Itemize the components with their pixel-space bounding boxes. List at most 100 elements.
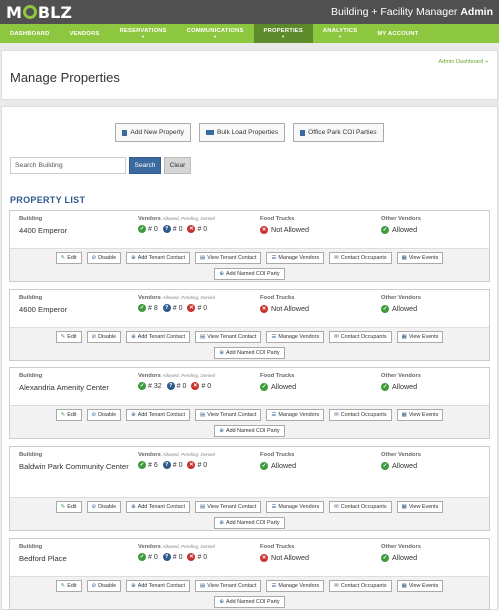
view-events-button[interactable]: ▦ View Events <box>396 252 444 264</box>
vendor-denied-count[interactable]: ✕ # 0 <box>187 553 207 561</box>
vendor-pending-count[interactable]: ? # 0 <box>162 225 182 233</box>
disable-button[interactable]: ⊘ Disable <box>86 501 122 513</box>
other-vendors-value: Allowed <box>392 461 418 470</box>
contact-occupants-button[interactable]: ✉ Contact Occupants <box>329 409 392 421</box>
action-row-secondary: ⊕ Add Named COI Party <box>10 347 489 359</box>
vendor-pending-count[interactable]: ? # 0 <box>162 304 182 312</box>
vendor-allowed-count[interactable]: ✓ # 6 <box>138 461 158 469</box>
add-named-coi-party-button[interactable]: ⊕ Add Named COI Party <box>214 425 285 437</box>
check-circle-icon: ✓ <box>381 461 389 470</box>
disable-button[interactable]: ⊘ Disable <box>86 409 122 421</box>
add-tenant-contact-button[interactable]: ⊕ Add Tenant Contact <box>126 409 190 421</box>
vendor-denied-count[interactable]: ✕ # 0 <box>187 225 207 233</box>
add-named-coi-party-label: Add Named COI Party <box>225 520 280 526</box>
view-tenant-contact-button[interactable]: ▤ View Tenant Contact <box>194 409 262 421</box>
view-tenant-contact-button[interactable]: ▤ View Tenant Contact <box>194 580 262 592</box>
manage-vendors-button[interactable]: ☰ Manage Vendors <box>266 580 325 592</box>
vendor-allowed-count[interactable]: ✓ # 0 <box>138 553 158 561</box>
vendor-denied-count[interactable]: ✕ # 0 <box>187 461 207 469</box>
view-tenant-contact-button[interactable]: ▤ View Tenant Contact <box>194 252 262 264</box>
nav-vendors[interactable]: VENDORS <box>59 24 109 43</box>
edit-button[interactable]: ✎ Edit <box>55 409 82 421</box>
add-named-coi-party-label: Add Named COI Party <box>225 599 280 605</box>
nav-dashboard[interactable]: DASHBOARD <box>0 24 59 43</box>
manage-vendors-button-label: Manage Vendors <box>278 412 320 418</box>
question-circle-icon: ? <box>162 461 171 469</box>
nav-my-account[interactable]: MY ACCOUNT <box>367 24 428 43</box>
add-tenant-contact-button[interactable]: ⊕ Add Tenant Contact <box>126 252 190 264</box>
view-events-button[interactable]: ▦ View Events <box>396 331 444 343</box>
nav-reservations[interactable]: RESERVATIONS ▼ <box>110 24 177 43</box>
search-input[interactable]: Search Building <box>10 157 126 174</box>
vendors-label-text: Vendors <box>138 216 161 222</box>
manage-vendors-button[interactable]: ☰ Manage Vendors <box>266 331 325 343</box>
building-icon <box>122 129 128 136</box>
edit-icon: ✎ <box>60 583 66 589</box>
manage-vendors-button[interactable]: ☰ Manage Vendors <box>266 252 325 264</box>
add-named-coi-party-button[interactable]: ⊕ Add Named COI Party <box>214 517 285 529</box>
property-info: Building 4400 Emperor Vendors Allowed, Pen… <box>10 211 489 251</box>
nav-properties[interactable]: PROPERTIES ▼ <box>253 24 313 43</box>
x-circle-icon: ✕ <box>260 553 268 562</box>
disable-button[interactable]: ⊘ Disable <box>86 580 122 592</box>
vendor-pending-count[interactable]: ? # 0 <box>162 461 182 469</box>
logo[interactable]: M BLZ <box>6 3 72 22</box>
add-tenant-contact-button[interactable]: ⊕ Add Tenant Contact <box>126 501 190 513</box>
view-events-button[interactable]: ▦ View Events <box>396 580 444 592</box>
office-park-coi-button[interactable]: Office Park COI Parties <box>293 123 384 142</box>
manage-vendors-button[interactable]: ☰ Manage Vendors <box>266 501 325 513</box>
clear-button[interactable]: Clear <box>164 157 191 174</box>
view-events-button[interactable]: ▦ View Events <box>396 409 444 421</box>
view-events-button[interactable]: ▦ View Events <box>396 501 444 513</box>
contact-card-icon: ▤ <box>199 412 206 418</box>
edit-button[interactable]: ✎ Edit <box>55 580 82 592</box>
property-list-title: PROPERTY LIST <box>10 195 86 205</box>
food-trucks-label: Food Trucks <box>260 544 295 550</box>
food-trucks-value: Allowed <box>271 461 297 470</box>
vendor-allowed-count[interactable]: ✓ # 32 <box>138 382 162 390</box>
disable-button[interactable]: ⊘ Disable <box>86 331 122 343</box>
edit-button[interactable]: ✎ Edit <box>55 331 82 343</box>
disable-button[interactable]: ⊘ Disable <box>86 252 122 264</box>
contact-card-icon: ▤ <box>199 334 206 340</box>
other-vendors-value: Allowed <box>392 304 418 313</box>
nav-communications[interactable]: COMMUNICATIONS ▼ <box>177 24 254 43</box>
nav-analytics[interactable]: ANALYTICS ▼ <box>313 24 367 43</box>
add-tenant-contact-button[interactable]: ⊕ Add Tenant Contact <box>126 331 190 343</box>
other-vendors-label: Other Vendors <box>381 373 421 379</box>
other-vendors-status: ✓ Allowed <box>381 461 417 470</box>
contact-occupants-button[interactable]: ✉ Contact Occupants <box>329 580 392 592</box>
edit-button-label: Edit <box>67 334 77 340</box>
edit-button[interactable]: ✎ Edit <box>55 252 82 264</box>
add-tenant-contact-button[interactable]: ⊕ Add Tenant Contact <box>126 580 190 592</box>
add-named-coi-party-button[interactable]: ⊕ Add Named COI Party <box>214 347 285 359</box>
manage-vendors-button[interactable]: ☰ Manage Vendors <box>266 409 325 421</box>
action-row-primary: ✎ Edit ⊘ Disable ⊕ Add Tenant Contact ▤ View Te… <box>10 252 489 264</box>
plus-circle-icon: ⊕ <box>219 520 224 526</box>
add-new-property-button[interactable]: Add New Property <box>115 123 191 142</box>
breadcrumb-admin-dashboard[interactable]: Admin Dashboard » <box>439 59 488 65</box>
x-circle-icon: ✕ <box>187 304 196 312</box>
contact-occupants-button[interactable]: ✉ Contact Occupants <box>329 501 392 513</box>
plus-circle-icon: ⊕ <box>131 583 136 589</box>
edit-button[interactable]: ✎ Edit <box>55 501 82 513</box>
vendor-allowed-count[interactable]: ✓ # 8 <box>138 304 158 312</box>
search-button[interactable]: Search <box>129 157 161 174</box>
vendor-allowed-count[interactable]: ✓ # 0 <box>138 225 158 233</box>
contact-occupants-button[interactable]: ✉ Contact Occupants <box>329 331 392 343</box>
vendor-pending-count[interactable]: ? # 0 <box>166 382 186 390</box>
contact-occupants-button[interactable]: ✉ Contact Occupants <box>329 252 392 264</box>
office-park-label: Office Park COI Parties <box>308 129 377 136</box>
view-tenant-contact-button[interactable]: ▤ View Tenant Contact <box>194 501 262 513</box>
vendor-denied-count[interactable]: ✕ # 0 <box>187 304 207 312</box>
vendor-pending-count[interactable]: ? # 0 <box>162 553 182 561</box>
other-vendors-value: Allowed <box>392 225 418 234</box>
food-trucks-value: Not Allowed <box>271 225 309 234</box>
add-named-coi-party-button[interactable]: ⊕ Add Named COI Party <box>214 596 285 608</box>
vendors-label: Vendors Allowed, Pending, Denied <box>138 216 215 222</box>
view-tenant-contact-button[interactable]: ▤ View Tenant Contact <box>194 331 262 343</box>
bulk-load-properties-button[interactable]: Bulk Load Properties <box>198 123 286 142</box>
add-named-coi-party-button[interactable]: ⊕ Add Named COI Party <box>214 268 285 280</box>
add-new-property-label: Add New Property <box>130 129 184 136</box>
vendor-denied-count[interactable]: ✕ # 0 <box>191 382 211 390</box>
